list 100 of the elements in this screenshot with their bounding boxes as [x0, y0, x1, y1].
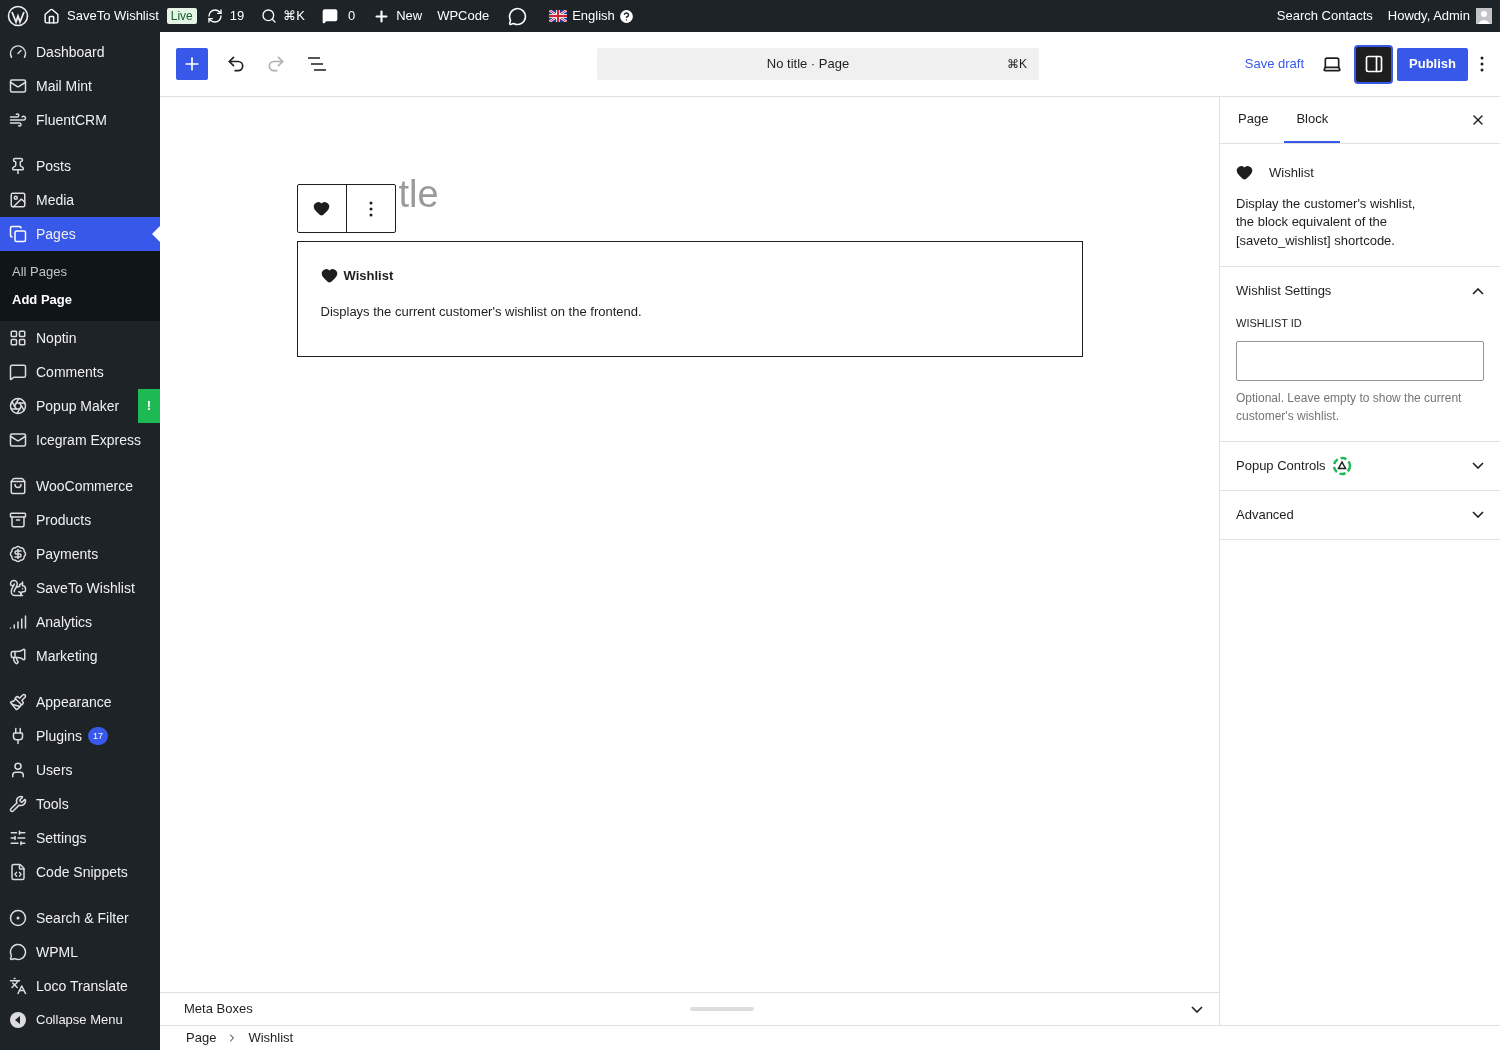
options-icon — [368, 200, 373, 217]
menu-item[interactable]: Posts — [0, 149, 160, 183]
sidebar-panel-icon — [1363, 54, 1384, 74]
block-description: Display the customer's wishlist, the block equivalent of the [saveto_wishlist] shortcode. — [1236, 194, 1417, 250]
heart-icon — [1236, 164, 1253, 182]
search-icon[interactable] — [261, 8, 278, 24]
sidebar-tab[interactable]: Page — [1226, 97, 1281, 143]
alert-badge: ! — [138, 389, 160, 423]
menu-label: Dashboard — [36, 42, 105, 62]
menu-item[interactable]: Popup Maker ! — [0, 389, 160, 423]
breadcrumb-item[interactable]: Wishlist — [248, 1028, 294, 1048]
menu-item[interactable]: Payments — [0, 537, 160, 571]
menu-item[interactable]: Settings — [0, 821, 160, 855]
menu-item[interactable]: FluentCRM — [0, 103, 160, 137]
undo-icon[interactable] — [226, 54, 246, 74]
resize-handle[interactable] — [689, 1007, 754, 1011]
menu-item[interactable]: WooCommerce — [0, 469, 160, 503]
heart-icon — [320, 267, 338, 285]
menu-label: Popup Maker — [36, 396, 120, 416]
menu-item[interactable]: Icegram Express — [0, 423, 160, 457]
menu-label: Loco Translate — [36, 976, 128, 996]
updates-count[interactable]: 19 — [229, 6, 245, 26]
menu-label: Users — [36, 760, 73, 780]
add-block-button[interactable] — [176, 48, 208, 80]
menu-label: Products — [36, 510, 92, 530]
chevron-down-icon — [1472, 511, 1484, 518]
menu-item[interactable]: Noptin — [0, 321, 160, 355]
menu-label: Posts — [36, 156, 71, 176]
menu-item[interactable]: Pages — [0, 217, 160, 251]
publish-button[interactable]: Publish — [1397, 47, 1468, 81]
submenu-item[interactable]: Add Page — [0, 286, 160, 314]
menu-item[interactable]: Mail Mint — [0, 69, 160, 103]
menu-label: WooCommerce — [36, 476, 133, 496]
shortcut-label: ⌘K — [1007, 56, 1027, 73]
menu-label: Comments — [36, 362, 104, 382]
speech-bubble-icon[interactable] — [508, 6, 528, 26]
chevron-down-icon[interactable] — [1191, 1005, 1203, 1013]
menu-label: FluentCRM — [36, 110, 107, 130]
sidebar-tab[interactable]: Block — [1284, 97, 1341, 143]
search-contacts-link[interactable]: Search Contacts — [1276, 6, 1373, 26]
save-draft-button[interactable]: Save draft — [1244, 54, 1305, 74]
site-name-link[interactable]: SaveTo Wishlist — [67, 6, 159, 26]
breadcrumb-item[interactable]: Page — [186, 1028, 217, 1048]
menu-label: SaveTo Wishlist — [36, 578, 135, 598]
chevron-up-icon — [1472, 287, 1484, 295]
menu-label: Tools — [36, 794, 69, 814]
meta-boxes-bar[interactable]: Meta Boxes — [160, 992, 1219, 1025]
flag-icon[interactable] — [549, 10, 568, 22]
options-icon[interactable] — [1480, 56, 1484, 72]
menu-item[interactable]: WPML — [0, 935, 160, 969]
menu-label: Settings — [36, 828, 87, 848]
updates-icon[interactable] — [206, 8, 223, 24]
menu-item[interactable]: Marketing — [0, 639, 160, 673]
popup-logo-icon — [1331, 455, 1352, 476]
menu-item[interactable]: Tools — [0, 787, 160, 821]
menu-item[interactable]: Analytics — [0, 605, 160, 639]
panel-header[interactable]: Wishlist Settings — [1220, 267, 1500, 315]
menu-item[interactable]: Loco Translate — [0, 969, 160, 1003]
field-label: WISHLIST ID — [1236, 316, 1303, 331]
menu-item[interactable]: Media — [0, 183, 160, 217]
heart-icon — [313, 200, 330, 217]
menu-label: Icegram Express — [36, 430, 142, 450]
menu-item[interactable]: SaveTo Wishlist — [0, 571, 160, 605]
command-bar[interactable]: No title · Page ⌘K — [597, 48, 1039, 80]
panel-header[interactable]: Advanced — [1220, 490, 1500, 539]
search-shortcut[interactable]: ⌘K — [283, 6, 305, 26]
menu-label: Analytics — [36, 612, 93, 632]
menu-item[interactable]: Appearance — [0, 685, 160, 719]
submenu-item[interactable]: All Pages — [0, 258, 160, 286]
comments-icon[interactable] — [321, 8, 338, 24]
comments-count[interactable]: 0 — [347, 6, 356, 26]
settings-toggle[interactable] — [1356, 46, 1392, 82]
wishlist-id-field[interactable] — [1236, 340, 1484, 381]
block-name: Wishlist — [1269, 164, 1314, 182]
menu-item[interactable]: Products — [0, 503, 160, 537]
field-help: Optional. Leave empty to show the current customer's wishlist. — [1236, 389, 1463, 425]
menu-label: Payments — [36, 544, 99, 564]
menu-label: Pages — [36, 224, 76, 244]
menu-item[interactable]: Plugins 17 — [0, 719, 160, 753]
list-view-icon[interactable] — [306, 56, 326, 72]
wpcode-link[interactable]: WPCode — [437, 6, 490, 26]
menu-item[interactable]: Users — [0, 753, 160, 787]
language-switcher[interactable]: English — [572, 6, 615, 26]
menu-item[interactable]: Code Snippets — [0, 855, 160, 889]
menu-item[interactable]: Comments — [0, 355, 160, 389]
count-badge: 17 — [87, 727, 108, 745]
preview-icon[interactable] — [1322, 54, 1343, 74]
collapse-icon — [9, 1011, 27, 1029]
collapse-menu-button[interactable]: Collapse Menu — [0, 1003, 160, 1037]
plus-icon[interactable] — [373, 7, 391, 25]
menu-item[interactable]: Search & Filter — [0, 901, 160, 935]
new-link[interactable]: New — [396, 6, 423, 26]
wishlist-block[interactable]: Wishlist Displays the current customer's wishlist on the frontend. — [296, 241, 1083, 357]
wordpress-logo-icon[interactable] — [7, 5, 29, 27]
help-icon[interactable] — [617, 7, 635, 25]
greeting-link[interactable]: Howdy, Admin — [1387, 6, 1470, 26]
menu-label: Appearance — [36, 692, 112, 712]
panel-header[interactable]: Popup Controls — [1220, 441, 1500, 490]
home-icon[interactable] — [43, 7, 60, 25]
menu-item[interactable]: Dashboard — [0, 35, 160, 69]
